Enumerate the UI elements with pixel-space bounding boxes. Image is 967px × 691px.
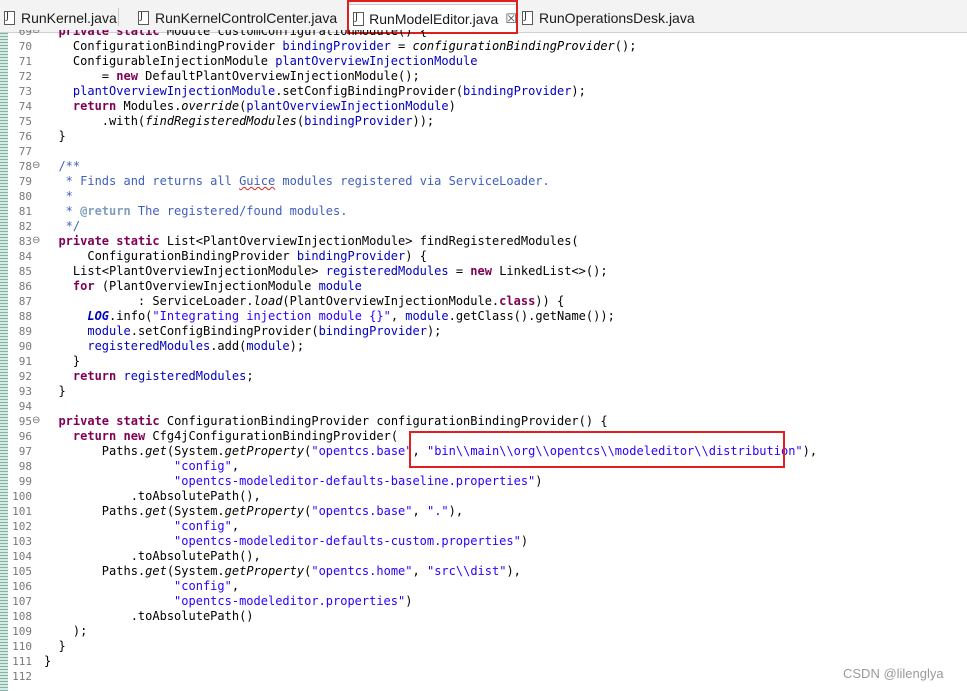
code-line: 97 Paths.get(System.getProperty("opentcs… — [18, 444, 818, 458]
java-file-icon — [352, 11, 365, 26]
code-line: 76 } — [18, 129, 66, 143]
code-line: 105 Paths.get(System.getProperty("opentc… — [12, 564, 521, 578]
tab-runmodeleditor[interactable]: RunModelEditor.java ☒ — [348, 4, 518, 32]
code-line: 95 ⊖ private static ConfigurationBinding… — [18, 414, 608, 428]
code-line: 100 .toAbsolutePath(), — [12, 489, 261, 503]
fold-icon[interactable]: ⊖ — [32, 235, 40, 246]
code-line: 84 ConfigurationBindingProvider bindingP… — [18, 249, 427, 263]
code-line: 110 } — [12, 639, 66, 653]
code-line: 78 ⊖ /** — [18, 159, 81, 173]
fold-icon[interactable]: ⊖ — [32, 415, 40, 426]
tab-label: RunOperationsDesk.java — [539, 9, 695, 26]
code-line: 94 — [18, 400, 32, 413]
code-line: 112 — [12, 670, 32, 683]
code-line: 89 module.setConfigBindingProvider(bindi… — [18, 324, 442, 338]
watermark: CSDN @lilenglya — [843, 666, 944, 681]
code-line: 102 "config", — [12, 519, 240, 533]
editor-tab-bar: RunKernel.java RunKernelControlCenter.ja… — [0, 0, 967, 33]
code-line: 90 registeredModules.add(module); — [18, 339, 305, 353]
code-line: 93 } — [18, 384, 66, 398]
code-line: 77 — [18, 145, 32, 158]
tab-label: RunKernel.java — [21, 9, 117, 26]
tab-runkernel[interactable]: RunKernel.java — [0, 4, 117, 31]
code-line: 109 ); — [12, 624, 88, 638]
fold-icon[interactable]: ⊖ — [32, 30, 40, 36]
code-line: 98 "config", — [18, 459, 240, 473]
fold-icon[interactable]: ⊖ — [32, 160, 40, 171]
code-line: 87 : ServiceLoader.load(PlantOverviewInj… — [18, 294, 565, 308]
code-line: 103 "opentcs-modeleditor-defaults-custom… — [12, 534, 529, 548]
code-line: 86 for (PlantOverviewInjectionModule mod… — [18, 279, 362, 293]
java-file-icon — [521, 10, 533, 25]
code-line: 72 = new DefaultPlantOverviewInjectionMo… — [18, 69, 420, 83]
tab-runoperationsdesk[interactable]: RunOperationsDesk.java — [518, 4, 695, 31]
tab-label: RunModelEditor.java — [369, 10, 499, 27]
code-line: 75 .with(findRegisteredModules(bindingPr… — [18, 114, 435, 128]
code-line: 108 .toAbsolutePath() — [12, 609, 254, 623]
code-line: 107 "opentcs-modeleditor.properties") — [12, 594, 413, 608]
close-icon[interactable]: ☒ — [505, 11, 517, 27]
code-line: 69 ⊖ private static Module customConfigu… — [0, 30, 967, 39]
code-line: 80 * — [18, 189, 73, 203]
code-line: 82 */ — [18, 219, 81, 233]
code-line: 73 plantOverviewInjectionModule.setConfi… — [18, 84, 586, 98]
code-line: 81 * @return The registered/found module… — [18, 204, 348, 218]
code-line: 85 List<PlantOverviewInjectionModule> re… — [18, 264, 608, 278]
code-line: 74 return Modules.override(plantOverview… — [18, 99, 456, 113]
code-line: 104 .toAbsolutePath(), — [12, 549, 261, 563]
code-line: 83 ⊖ private static List<PlantOverviewIn… — [18, 234, 579, 248]
code-line: 92 return registeredModules; — [18, 369, 254, 383]
code-line: 106 "config", — [12, 579, 240, 593]
code-line: 88 LOG.info("Integrating injection modul… — [18, 309, 615, 323]
code-line: 101 Paths.get(System.getProperty("opentc… — [12, 504, 464, 518]
code-line: 91 } — [18, 354, 81, 368]
java-file-icon — [137, 10, 149, 25]
java-file-icon — [3, 10, 15, 25]
code-line: 111 } — [12, 654, 52, 668]
tab-label: RunKernelControlCenter.java — [155, 9, 338, 26]
code-editor[interactable]: 69 ⊖ private static Module customConfigu… — [0, 30, 967, 691]
code-line: 70 ConfigurationBindingProvider bindingP… — [18, 39, 637, 53]
code-line: 99 "opentcs-modeleditor-defaults-baselin… — [18, 474, 543, 488]
code-line: 96 return new Cfg4jConfigurationBindingP… — [18, 429, 399, 443]
code-line: 79 * Finds and returns all Guice modules… — [18, 174, 550, 188]
code-line: 71 ConfigurableInjectionModule plantOver… — [18, 54, 478, 68]
tab-runkernelcontrolcenter[interactable]: RunKernelControlCenter.java — [134, 4, 337, 31]
